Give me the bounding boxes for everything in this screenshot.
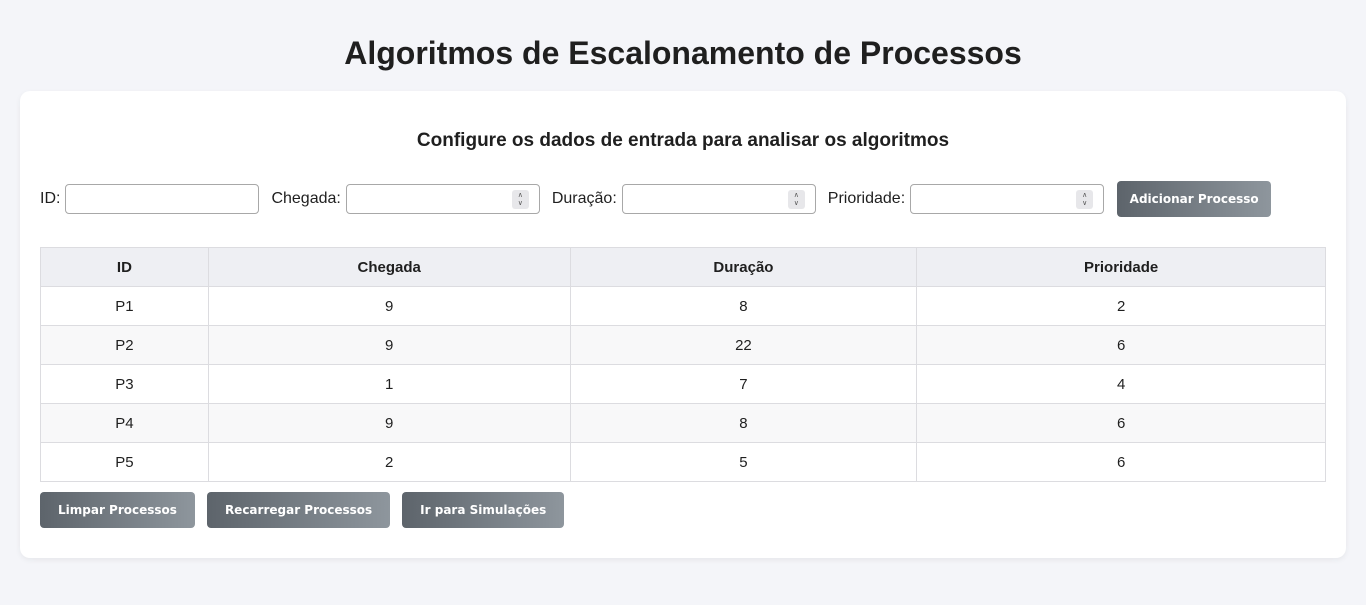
cell-duration: 22	[569, 325, 918, 365]
arrival-spinner-icon[interactable]: ∧ ∨	[511, 190, 529, 209]
arrival-input[interactable]: ∧ ∨	[345, 184, 540, 214]
cell-id: P2	[40, 325, 209, 365]
main-card: Configure os dados de entrada para anali…	[20, 91, 1346, 558]
clear-processes-button[interactable]: Limpar Processos	[40, 492, 195, 528]
cell-priority: 6	[916, 403, 1326, 443]
cell-arrival: 2	[207, 442, 571, 482]
process-table: ID Chegada Duração Prioridade P1 9 8 2 P…	[40, 247, 1326, 482]
column-header-id: ID	[40, 247, 209, 287]
cell-arrival: 9	[207, 286, 571, 326]
arrival-label: Chegada:	[271, 190, 341, 207]
add-process-button[interactable]: Adicionar Processo	[1117, 181, 1272, 217]
cell-duration: 5	[569, 442, 918, 482]
cell-id: P5	[40, 442, 209, 482]
table-header-row: ID Chegada Duração Prioridade	[40, 247, 1326, 287]
process-form: ID: Chegada: ∧ ∨ Duração: ∧ ∨ Prioridade: …	[40, 181, 1272, 217]
cell-priority: 4	[916, 364, 1326, 404]
duration-label: Duração:	[551, 190, 617, 207]
priority-input[interactable]: ∧ ∨	[910, 184, 1105, 214]
page-title: Algoritmos de Escalonamento de Processos	[344, 35, 1022, 71]
column-header-arrival: Chegada	[207, 247, 571, 287]
table-row: P4 9 8 6	[40, 403, 1326, 443]
id-input[interactable]	[65, 184, 260, 214]
cell-id: P1	[40, 286, 209, 326]
cell-duration: 8	[569, 403, 918, 443]
cell-duration: 8	[569, 286, 918, 326]
table-row: P3 1 7 4	[40, 364, 1326, 404]
column-header-priority: Prioridade	[916, 247, 1326, 287]
column-header-duration: Duração	[569, 247, 918, 287]
id-label: ID:	[40, 190, 61, 207]
priority-label: Prioridade:	[827, 190, 906, 207]
table-row: P1 9 8 2	[40, 286, 1326, 326]
form-subtitle: Configure os dados de entrada para anali…	[416, 130, 950, 151]
cell-priority: 2	[916, 286, 1326, 326]
duration-spinner-icon[interactable]: ∧ ∨	[787, 190, 805, 209]
reload-processes-button[interactable]: Recarregar Processos	[206, 492, 391, 528]
duration-input[interactable]: ∧ ∨	[621, 184, 816, 214]
cell-priority: 6	[916, 442, 1326, 482]
priority-spinner-icon[interactable]: ∧ ∨	[1076, 190, 1094, 209]
table-row: P2 9 22 6	[40, 325, 1326, 365]
cell-duration: 7	[569, 364, 918, 404]
cell-arrival: 1	[207, 364, 571, 404]
go-to-simulations-button[interactable]: Ir para Simulações	[402, 492, 565, 528]
table-row: P5 2 5 6	[40, 442, 1326, 482]
cell-arrival: 9	[207, 325, 571, 365]
action-buttons: Limpar Processos Recarregar Processos Ir…	[40, 492, 565, 528]
cell-priority: 6	[916, 325, 1326, 365]
cell-id: P3	[40, 364, 209, 404]
cell-id: P4	[40, 403, 209, 443]
cell-arrival: 9	[207, 403, 571, 443]
